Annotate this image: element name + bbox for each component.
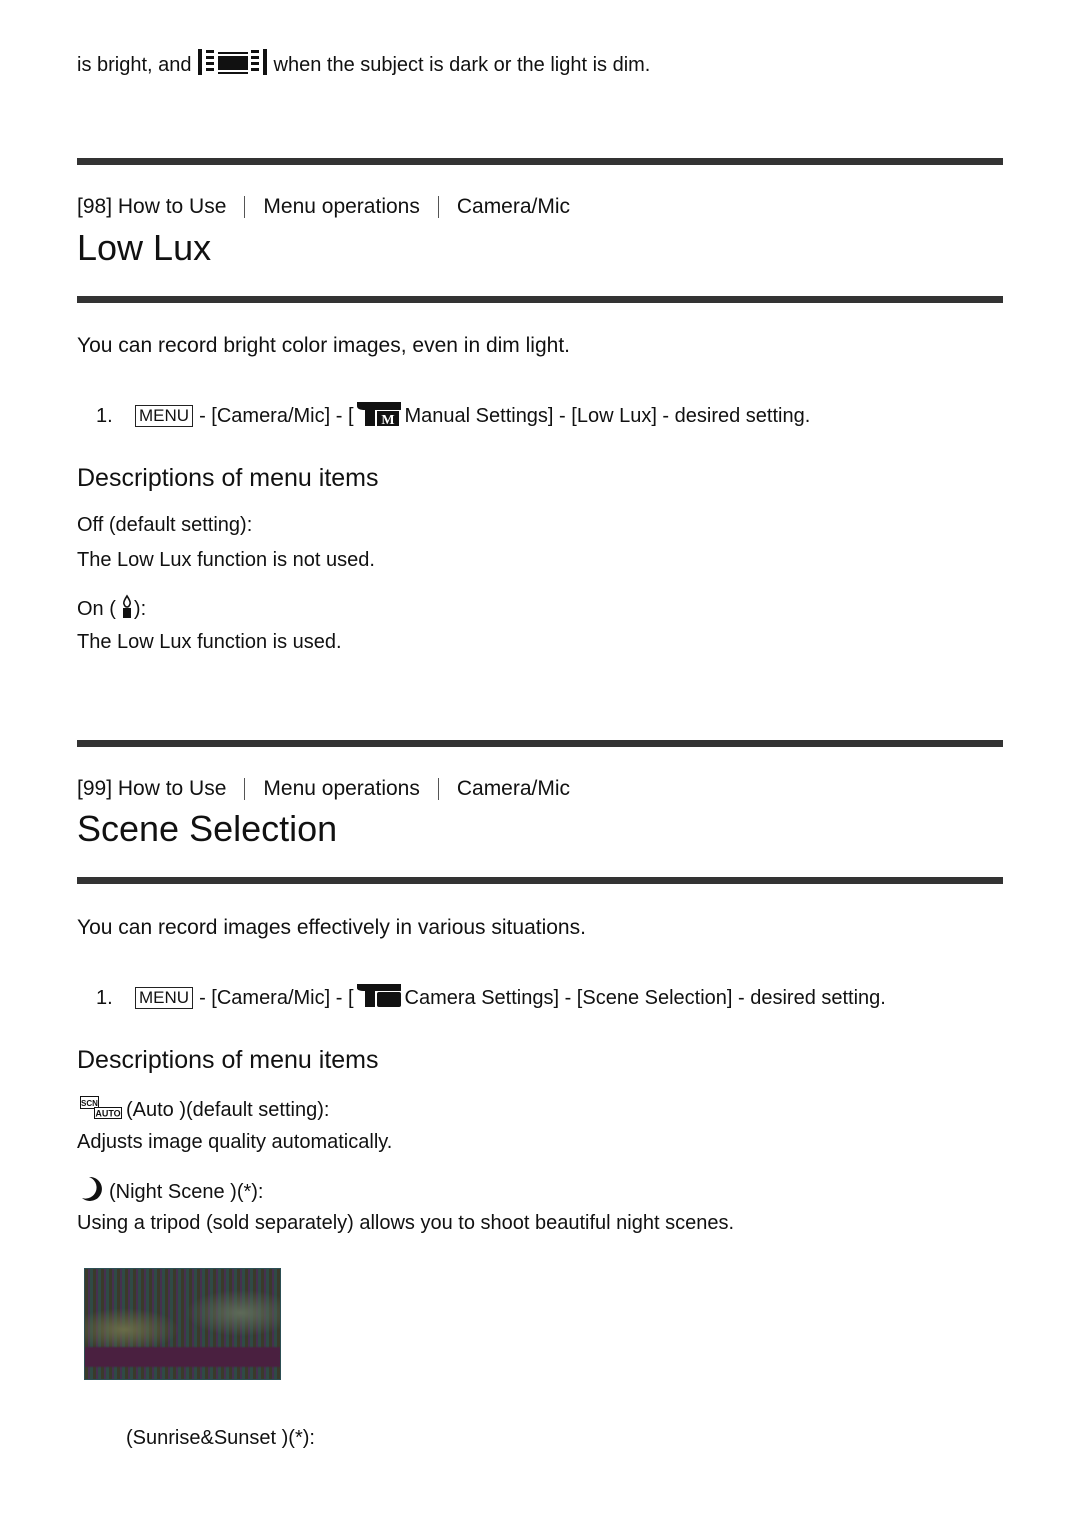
- section-intro: You can record images effectively in var…: [77, 916, 586, 939]
- night-scene-moon-icon: [80, 1175, 106, 1209]
- breadcrumb-item[interactable]: Camera/Mic: [457, 776, 570, 802]
- page-title: Scene Selection: [77, 808, 338, 849]
- section-subheading: Descriptions of menu items: [77, 464, 379, 492]
- menu-item-description: The Low Lux function is used.: [77, 631, 342, 653]
- section-intro: You can record bright color images, even…: [77, 334, 570, 357]
- section-divider: [77, 158, 1003, 165]
- menu-item-description: Adjusts image quality automatically.: [77, 1131, 393, 1153]
- step-text: Camera Settings] - [Scene Selection] - d…: [404, 986, 886, 1009]
- step-text: - [Camera/Mic] - [: [199, 986, 354, 1009]
- manual-settings-icon: M: [356, 398, 401, 433]
- label-text: ):: [133, 598, 147, 620]
- step-number: 1.: [96, 404, 113, 427]
- step-number: 1.: [96, 986, 113, 1009]
- breadcrumb-item[interactable]: Camera/Mic: [457, 194, 570, 220]
- breadcrumb: [98] How to Use Menu operations Camera/M…: [77, 194, 570, 220]
- svg-text:M: M: [381, 413, 394, 426]
- page-title: Low Lux: [77, 227, 212, 268]
- section-divider: [77, 877, 1003, 884]
- intro-text-after: when the subject is dark or the light is…: [273, 54, 651, 76]
- breadcrumb: [99] How to Use Menu operations Camera/M…: [77, 776, 570, 802]
- label-text: (Night Scene )(*):: [109, 1181, 264, 1203]
- breadcrumb-separator: [244, 778, 246, 800]
- menu-item-label: Off (default setting):: [77, 514, 253, 536]
- scn-auto-icon: SCN AUTO: [80, 1094, 122, 1126]
- breadcrumb-item[interactable]: Menu operations: [263, 194, 419, 220]
- menu-button-icon: MENU: [135, 986, 194, 1009]
- intro-text-before: is bright, and: [77, 54, 192, 76]
- menu-item-label: (Sunrise&Sunset )(*):: [80, 1426, 315, 1450]
- step-text: Manual Settings] - [Low Lux] - desired s…: [404, 404, 811, 427]
- breadcrumb-item[interactable]: [99] How to Use: [77, 776, 226, 802]
- camera-settings-icon: [356, 980, 401, 1015]
- menu-item-description: Using a tripod (sold separately) allows …: [77, 1212, 735, 1234]
- svg-text:AUTO: AUTO: [95, 1109, 120, 1119]
- section-subheading: Descriptions of menu items: [77, 1046, 379, 1074]
- procedure-step: 1. MENU - [Camera/Mic] - [ M Manual Sett…: [96, 398, 810, 433]
- svg-text:SCN: SCN: [81, 1099, 98, 1108]
- breadcrumb-separator: [244, 196, 246, 218]
- breadcrumb-item[interactable]: [98] How to Use: [77, 194, 226, 220]
- menu-item-label: SCN AUTO (Auto )(default setting):: [80, 1094, 329, 1126]
- section-divider: [77, 740, 1003, 747]
- step-text: - [Camera/Mic] - [: [199, 404, 354, 427]
- section-divider: [77, 296, 1003, 303]
- label-text: (Sunrise&Sunset )(*):: [126, 1427, 315, 1449]
- breadcrumb-item[interactable]: Menu operations: [263, 776, 419, 802]
- procedure-step: 1. MENU - [Camera/Mic] - [ Camera Settin…: [96, 980, 886, 1015]
- menu-button-icon: MENU: [135, 404, 194, 427]
- film-strip-dark-icon: [197, 48, 268, 82]
- label-text: On (: [77, 598, 116, 620]
- sunrise-sunset-icon: [80, 1426, 126, 1450]
- breadcrumb-separator: [437, 778, 439, 800]
- breadcrumb-separator: [437, 196, 439, 218]
- menu-item-description: The Low Lux function is not used.: [77, 549, 375, 571]
- menu-item-label: On ( ):: [77, 594, 146, 624]
- intro-line: is bright, and when the subject is dark …: [77, 48, 650, 82]
- label-text: (Auto )(default setting):: [126, 1099, 330, 1121]
- night-scene-sample-photo: [84, 1268, 281, 1380]
- menu-item-label: (Night Scene )(*):: [80, 1175, 264, 1209]
- low-lux-candle-icon: [121, 594, 133, 624]
